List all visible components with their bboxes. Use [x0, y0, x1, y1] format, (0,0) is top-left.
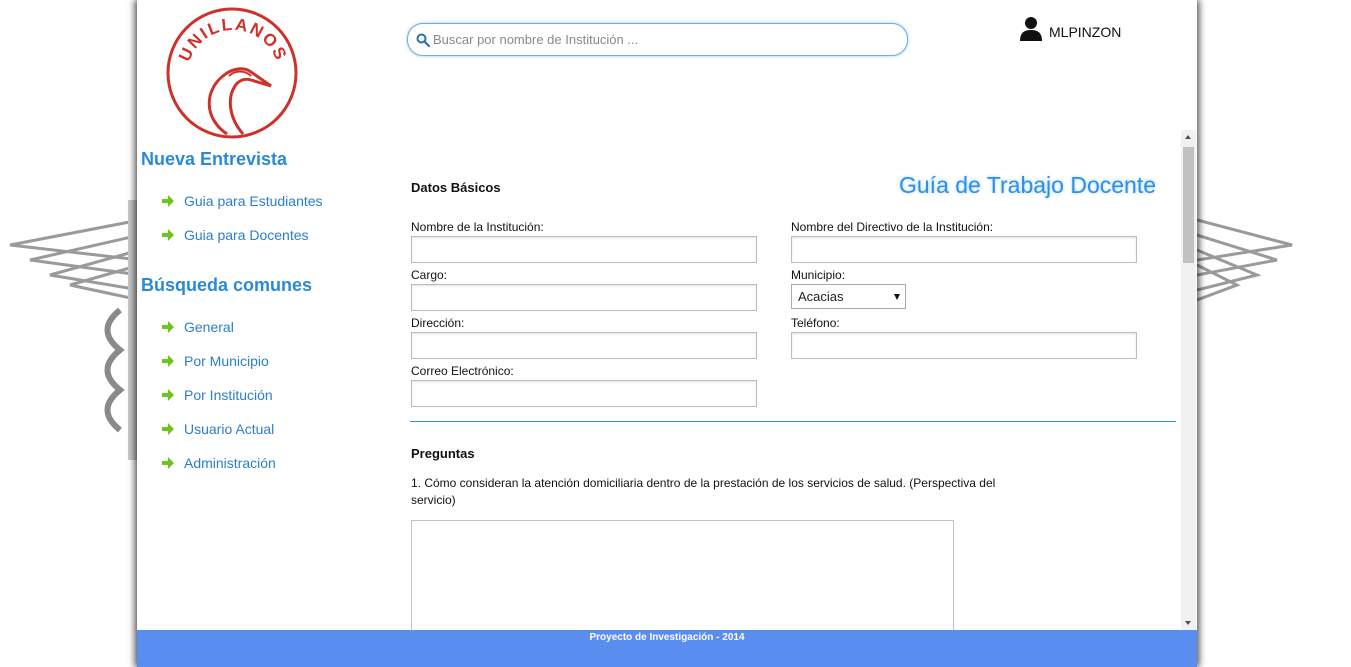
user-info[interactable]: MLPINZON: [1019, 16, 1121, 42]
label-phone: Teléfono:: [791, 316, 840, 330]
nav-item-administration[interactable]: Administración: [161, 453, 276, 473]
page-container: UNILLANOS Nueva Entrevista Guia para Est…: [137, 0, 1197, 667]
nav-item-label: Por Institución: [184, 387, 273, 403]
scroll-up-icon[interactable]: [1181, 130, 1196, 145]
director-name-input[interactable]: [791, 236, 1137, 263]
arrow-right-icon: [162, 389, 174, 401]
phone-input[interactable]: [791, 332, 1137, 359]
position-input[interactable]: [411, 284, 757, 311]
question-text: 1. Cómo consideran la atención domicilia…: [411, 476, 996, 507]
section-title-basic-data: Datos Básicos: [411, 180, 501, 195]
wing-decoration-left: [9, 200, 140, 460]
form-content: Datos Básicos Guía de Trabajo Docente No…: [407, 130, 1182, 630]
username: MLPINZON: [1049, 24, 1122, 40]
content-scrollbar[interactable]: [1181, 130, 1196, 630]
sidebar-heading-common-search: Búsqueda comunes: [141, 275, 313, 295]
arrow-right-icon: [162, 355, 174, 367]
nav-item-teacher-guide[interactable]: Guia para Docentes: [161, 225, 309, 245]
label-director-name: Nombre del Directivo de la Institución:: [791, 220, 994, 234]
sidebar-heading-new-interview: Nueva Entrevista: [141, 149, 288, 169]
footer-text: Proyecto de Investigación - 2014: [589, 632, 745, 643]
arrow-right-icon: [162, 229, 174, 241]
municipality-select[interactable]: Acacias: [791, 284, 906, 309]
unillanos-logo: UNILLANOS: [166, 7, 298, 139]
wing-decoration-right: [1197, 218, 1293, 302]
nav-item-label: Usuario Actual: [184, 421, 275, 437]
nav-item-label: Guia para Docentes: [184, 227, 309, 243]
search-icon[interactable]: [416, 33, 430, 47]
section-title-questions: Preguntas: [411, 446, 475, 461]
nav-item-label: General: [184, 319, 234, 335]
arrow-right-icon: [162, 457, 174, 469]
label-municipality: Municipio:: [791, 268, 846, 282]
nav-item-by-institution[interactable]: Por Institución: [161, 385, 273, 405]
nav-item-by-municipality[interactable]: Por Municipio: [161, 351, 269, 371]
municipality-selected-value: Acacias: [798, 289, 844, 304]
label-position: Cargo:: [411, 268, 448, 282]
label-address: Dirección:: [411, 316, 465, 330]
arrow-right-icon: [162, 195, 174, 207]
nav-item-general[interactable]: General: [161, 317, 234, 337]
footer: Proyecto de Investigación - 2014: [137, 630, 1197, 667]
page-title: Guía de Trabajo Docente: [899, 172, 1156, 198]
arrow-right-icon: [162, 423, 174, 435]
question-answer-textarea[interactable]: [411, 520, 954, 630]
scrollbar-thumb[interactable]: [1183, 147, 1194, 263]
section-divider: [410, 421, 1176, 422]
nav-item-label: Guia para Estudiantes: [184, 193, 323, 209]
nav-item-current-user[interactable]: Usuario Actual: [161, 419, 274, 439]
user-icon: [1020, 17, 1042, 41]
dropdown-caret-icon: [894, 294, 900, 300]
institution-name-input[interactable]: [411, 236, 757, 263]
nav-item-student-guide[interactable]: Guia para Estudiantes: [161, 191, 323, 211]
arrow-right-icon: [162, 321, 174, 333]
email-input[interactable]: [411, 380, 757, 407]
nav-item-label: Administración: [184, 455, 276, 471]
search-bar: [407, 23, 908, 56]
search-input[interactable]: [433, 32, 893, 47]
scroll-down-icon[interactable]: [1181, 615, 1196, 630]
address-input[interactable]: [411, 332, 757, 359]
label-institution-name: Nombre de la Institución:: [411, 220, 544, 234]
nav-item-label: Por Municipio: [184, 353, 269, 369]
label-email: Correo Electrónico:: [411, 364, 514, 378]
